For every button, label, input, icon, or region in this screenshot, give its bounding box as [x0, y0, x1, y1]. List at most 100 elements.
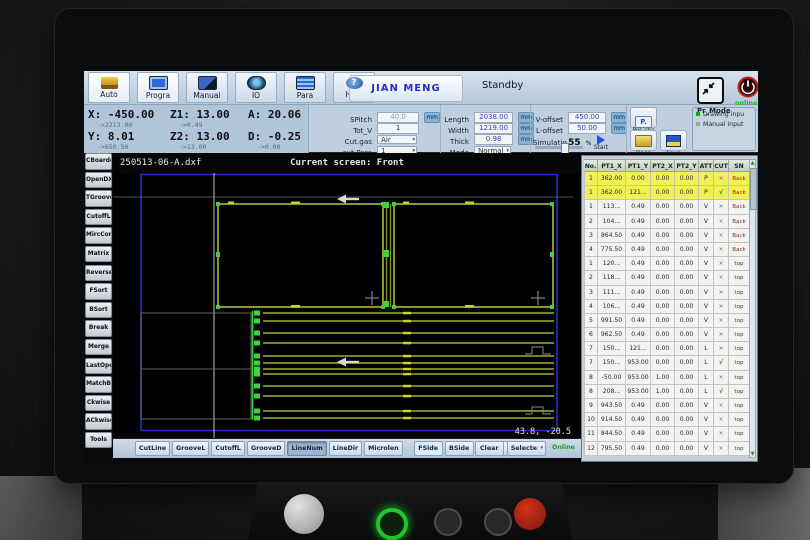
program-icon [149, 76, 168, 90]
table-row[interactable]: 1 113... 0.49 0.00 0.00 V × Back [584, 200, 750, 214]
table-row[interactable]: 2 104... 0.49 0.00 0.00 V × Back [584, 215, 750, 229]
online-status: online [735, 99, 758, 107]
sidebar-button[interactable]: MircCon [85, 227, 112, 244]
table-header-cell: PT1_X [598, 159, 626, 172]
coord-z1: Z1: 13.00 ->0.49 [170, 108, 230, 129]
sidebar-button[interactable]: CutoffL [85, 209, 112, 226]
sidebar-button[interactable]: Reverse [85, 265, 112, 282]
coord-z2: Z2: 13.00 ->13.00 [170, 130, 230, 151]
power-icon[interactable] [737, 76, 758, 98]
bottom-toolbar-button[interactable]: LineDir [329, 441, 362, 456]
table-row[interactable]: 1 362.00 121... 0.00 0.00 P √ Back [584, 186, 750, 200]
table-row[interactable]: 1 362.00 0.00 0.00 0.00 P × Back [584, 172, 750, 186]
sidebar-button[interactable]: Ckwise [85, 395, 112, 412]
application-window: JIAN MENG Standby online [84, 71, 758, 464]
open-button[interactable]: Open [630, 130, 657, 151]
table-header-cell: PT1_Y [626, 159, 651, 172]
poscha-button[interactable]: P. Pos.cha [630, 107, 657, 128]
table-row[interactable]: 7 150... 953.00 0.00 0.00 L √ top [584, 356, 750, 370]
table-row[interactable]: 3 864.50 0.49 0.00 0.00 V × Back [584, 229, 750, 243]
toolbar-button[interactable]: IO [235, 72, 277, 103]
table-row[interactable]: 8 -50.00 953.00 1.00 0.00 L × top [584, 371, 750, 385]
save-floppy-icon [666, 135, 681, 147]
coord-y: Y: 8.01 ->650.50 [88, 130, 134, 151]
scroll-thumb[interactable] [750, 168, 757, 210]
canvas-titlebar: 250513-06-A.dxf Current screen: Front [113, 153, 581, 173]
bottom-toolbar-button[interactable]: Selecte [507, 441, 546, 456]
table-row[interactable]: 9 943.50 0.49 0.00 0.00 V × top [584, 399, 750, 413]
table-scrollbar[interactable]: ▲ ▼ [749, 159, 756, 458]
scroll-up-icon[interactable]: ▲ [750, 160, 755, 166]
coord-a: A: 20.06 [248, 108, 301, 121]
bottom-toolbar-button[interactable]: GrooveL [172, 441, 209, 456]
parameter-row: X: -450.00 ->2213.00 Z1: 13.00 ->0.49 A:… [84, 105, 758, 153]
table-row[interactable]: 12 795.50 0.49 0.00 0.00 V × top [584, 442, 750, 456]
sidebar-button[interactable]: MatchB [85, 376, 112, 393]
bottom-toolbar-button[interactable]: GrooveD [247, 441, 286, 456]
physical-button-dark-2 [484, 508, 512, 536]
file-actions-panel: P. Pos.cha Open Save [626, 105, 691, 153]
sidebar-button[interactable]: TGroove [85, 190, 112, 207]
table-row[interactable]: 1 120... 0.49 0.00 0.00 V × top [584, 257, 750, 271]
simulation-slider[interactable] [535, 146, 583, 149]
program-mode-option[interactable]: Manual input [693, 121, 755, 128]
table-row[interactable]: 7 150... 121... 0.00 0.00 L × top [584, 342, 750, 356]
table-header-cell: CUT [714, 159, 729, 172]
sidebar-button[interactable]: Break [85, 320, 112, 337]
floor-left [0, 476, 82, 540]
auto-icon [101, 77, 118, 89]
table-row[interactable]: 11 844.50 0.49 0.00 0.00 V × top [584, 427, 750, 441]
sidebar-button[interactable]: LastOper [85, 358, 112, 375]
cad-canvas[interactable]: 43.8, -20.5 [113, 173, 581, 438]
left-sidebar: CBoarder OpenDXF TGroove CutoffL MircCon… [84, 153, 113, 464]
restore-window-button[interactable] [697, 77, 724, 104]
table-row[interactable]: 2 118... 0.49 0.00 0.00 V × top [584, 271, 750, 285]
sidebar-button[interactable]: Matrix [85, 246, 112, 263]
physical-button-white [284, 494, 324, 534]
table-header-cell: PT2_X [651, 159, 675, 172]
physical-button-green [376, 508, 408, 540]
program-mode-option[interactable]: Drawing inpu [693, 111, 755, 118]
bottom-toolbar-button[interactable]: LineNum [287, 441, 326, 456]
table-row[interactable]: 3 111... 0.49 0.00 0.00 V × top [584, 286, 750, 300]
program-mode-group: Pr_Mode Drawing inpu Manual input [692, 107, 756, 151]
play-icon [597, 135, 605, 145]
table-row[interactable]: 6 962.50 0.49 0.00 0.00 V × top [584, 328, 750, 342]
table-header: No. PT1_X PT1_Y PT2_X PT2_Y ATT CUT SN [584, 159, 750, 172]
table-row[interactable]: 10 914.50 0.49 0.00 0.00 V × top [584, 413, 750, 427]
bottom-toolbar-button[interactable]: Clear [475, 441, 504, 456]
sidebar-button[interactable]: Merge [85, 339, 112, 356]
poscha-icon: P. [635, 116, 652, 128]
io-icon [247, 76, 266, 90]
sidebar-button[interactable]: FSort [85, 283, 112, 300]
physical-button-dark-1 [434, 508, 462, 536]
machine-status: Standby [482, 80, 523, 91]
table-row[interactable]: 4 775.50 0.49 0.00 0.00 V × Back [584, 243, 750, 257]
sidebar-button[interactable]: Tools [85, 432, 112, 449]
bottom-toolbar-button[interactable]: CutoffL [211, 441, 245, 456]
bottom-toolbar-button[interactable]: FSide [414, 441, 443, 456]
sidebar-button[interactable]: ACkwise [85, 413, 112, 430]
sidebar-button[interactable]: BSort [85, 302, 112, 319]
table-row[interactable]: 8 208... 953.00 1.00 0.00 L √ top [584, 385, 750, 399]
table-header-cell: SN [729, 159, 750, 172]
save-button[interactable]: Save [660, 130, 687, 151]
toolbar-button[interactable]: Para [284, 72, 326, 103]
bottom-toolbar: Clear Selecte Online CutLine GrooveL Cut… [113, 438, 581, 458]
toolbar-button[interactable]: Auto [88, 72, 130, 103]
start-button[interactable]: Start [589, 135, 613, 152]
bottom-toolbar-button[interactable]: Microlen [364, 441, 403, 456]
scroll-down-icon[interactable]: ▼ [750, 451, 755, 457]
bottom-toolbar-button[interactable]: CutLine [135, 441, 170, 456]
open-folder-icon [635, 135, 652, 147]
toolbar-button[interactable]: Progra [137, 72, 179, 103]
toolbar-button[interactable]: Manual [186, 72, 228, 103]
bottom-toolbar-button[interactable]: Online [549, 441, 578, 456]
table-row[interactable]: 4 106... 0.49 0.00 0.00 V × top [584, 300, 750, 314]
table-body: 1 362.00 0.00 0.00 0.00 P × Back 1 36 [584, 172, 750, 456]
bottom-toolbar-button[interactable]: BSide [445, 441, 474, 456]
sidebar-button[interactable]: OpenDXF [85, 172, 112, 189]
sidebar-button[interactable]: CBoarder [85, 153, 112, 170]
coord-x: X: -450.00 ->2213.00 [88, 108, 154, 129]
table-row[interactable]: 5 991.50 0.49 0.00 0.00 V × top [584, 314, 750, 328]
